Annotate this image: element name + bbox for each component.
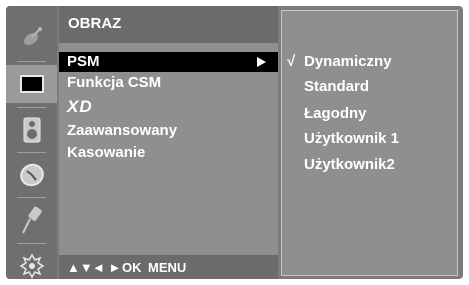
submenu-item-dynamic[interactable]: √ Dynamiczny: [282, 52, 459, 74]
menu-item-label: PSM: [67, 53, 100, 70]
menu-item-psm[interactable]: PSM: [59, 52, 278, 72]
menu-item-label: Zaawansowany: [67, 122, 178, 139]
submenu-item-label: Dynamiczny: [304, 53, 392, 70]
plug-icon[interactable]: [6, 201, 57, 239]
check-mark-icon: √: [287, 53, 296, 70]
psm-submenu-panel: √ Dynamiczny Standard Łagodny Użytkownik…: [281, 10, 458, 276]
satellite-icon[interactable]: [6, 18, 57, 56]
menu-item-advanced[interactable]: Zaawansowany: [59, 121, 278, 141]
submenu-item-standard[interactable]: Standard: [282, 77, 459, 99]
submenu-item-label: Standard: [304, 78, 370, 95]
submenu-item-user1[interactable]: Użytkownik 1: [282, 129, 459, 151]
menu-title: OBRAZ: [68, 15, 122, 32]
menu-hint: MENU: [148, 260, 187, 275]
submenu-item-mild[interactable]: Łagodny: [282, 104, 459, 126]
up-down-arrows-icon: ▲▼: [67, 260, 93, 275]
category-icon-strip: [6, 6, 57, 279]
clock-icon[interactable]: [6, 156, 57, 194]
screen-icon[interactable]: [6, 65, 57, 103]
menu-item-xd[interactable]: XD: [59, 95, 278, 116]
speaker-icon[interactable]: [6, 111, 57, 149]
submenu-item-user2[interactable]: Użytkownik2: [282, 155, 459, 177]
ok-hint: OK: [122, 260, 142, 275]
menu-item-label: Funkcja CSM: [67, 74, 162, 91]
navigation-hint-bar: ▲▼ ◄ ► OK MENU: [59, 255, 278, 279]
main-menu-panel: OBRAZ PSM Funkcja CSM XD Zaawansowany Ka…: [59, 6, 278, 279]
submenu-item-label: Użytkownik2: [304, 156, 395, 173]
left-right-arrows-icon: ◄ ►: [92, 260, 122, 275]
settings-icon[interactable]: [6, 247, 57, 285]
menu-item-csm[interactable]: Funkcja CSM: [59, 73, 278, 93]
submenu-item-label: Użytkownik 1: [304, 130, 400, 147]
xd-logo: XD: [67, 97, 93, 116]
submenu-arrow-icon: [257, 57, 266, 67]
menu-item-reset[interactable]: Kasowanie: [59, 143, 278, 163]
menu-item-label: Kasowanie: [67, 144, 146, 161]
menu-title-bar: OBRAZ: [59, 6, 278, 43]
submenu-item-label: Łagodny: [304, 105, 367, 122]
